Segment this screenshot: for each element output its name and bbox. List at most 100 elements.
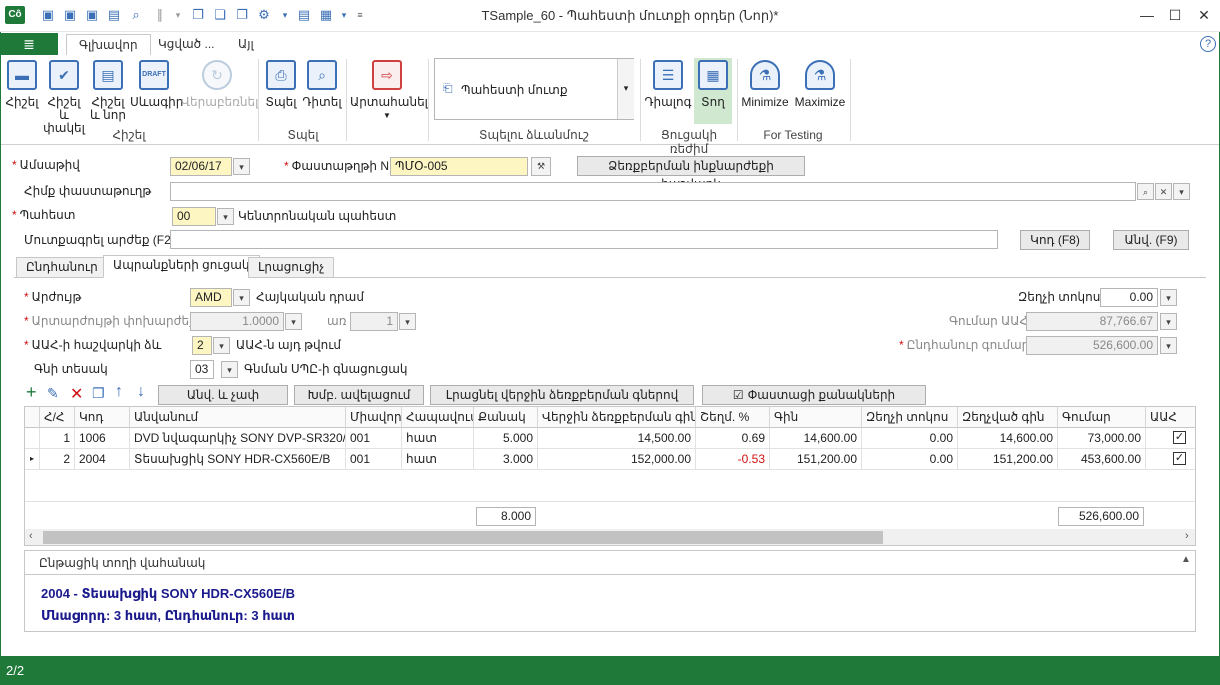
scroll-right-icon[interactable]: › [1185,530,1189,542]
group-add-button[interactable]: Խմբ. ավելացում [294,385,424,405]
row-selector[interactable] [25,428,40,449]
base-doc-field[interactable] [170,182,1136,201]
save-new-button[interactable]: ▤ Հիշել և նոր [88,60,128,122]
dialog-view-button[interactable]: ☰ Դիալոգ [644,58,692,109]
tab-general[interactable]: Ընդհանուր [16,257,108,278]
rate-dropdown-button[interactable]: ▾ [285,313,302,330]
chevron-down-icon[interactable]: ▾ [336,7,352,23]
currency-dropdown-button[interactable]: ▾ [233,289,250,306]
pdf-icon[interactable]: ▤ [106,7,122,23]
chevron-down-icon[interactable]: ▾ [170,7,186,23]
grid-header[interactable]: Հապավում [402,407,474,428]
grid-header[interactable]: Զեղչի տոկոս [862,407,958,428]
table-cell[interactable]: DVD նվագարկիչ SONY DVP-SR320/B [130,428,346,449]
export-button[interactable]: ⇨ Արտահանել ▼ [350,60,428,122]
grid-header[interactable]: ԱԱՀ [1146,407,1195,428]
grid-header[interactable]: Միավոր [346,407,402,428]
discount-field[interactable]: 0.00 [1100,288,1158,307]
print-form-gallery[interactable]: ⎗ Պահեստի մուտք ▾ [434,58,634,120]
tab-home[interactable]: Գլխավոր [66,34,151,56]
date-field[interactable]: 02/06/17 [170,157,232,176]
table-cell[interactable]: 2 [40,449,75,470]
vat-calc-field[interactable]: 2 [192,336,212,355]
grid-header[interactable]: Զեղչված գին [958,407,1058,428]
scrollbar-thumb[interactable] [43,531,883,544]
table-cell[interactable]: Տեսախցիկ SONY HDR-CX560E/B [130,449,346,470]
print-form-item[interactable]: Պահեստի մուտք [461,83,567,97]
grid-header[interactable]: Քանակ [474,407,538,428]
per-field[interactable]: 1 [350,312,398,331]
table-cell[interactable]: -0.53 [696,449,770,470]
currency-field[interactable]: AMD [190,288,232,307]
table-cell[interactable]: 1006 [75,428,130,449]
code-f8-button[interactable]: Կոդ (F8) [1020,230,1090,250]
attach-icon[interactable]: ∥ [152,7,168,23]
total-dropdown-button[interactable]: ▾ [1160,337,1177,354]
table-cell[interactable]: 0.00 [862,428,958,449]
save-close-icon[interactable]: ▣ [62,7,78,23]
minimize-button[interactable]: ⚗ Minimize [740,60,790,109]
current-row-indicator[interactable]: ▸ [25,449,40,470]
table-cell[interactable]: 151,200.00 [770,449,862,470]
discount-dropdown-button[interactable]: ▾ [1160,289,1177,306]
vat-sum-dropdown-button[interactable]: ▾ [1160,313,1177,330]
price-type-dropdown-button[interactable]: ▾ [221,361,238,378]
date-dropdown-button[interactable]: ▾ [233,158,250,175]
minimize-window-button[interactable]: — [1132,4,1162,26]
maximize-button[interactable]: ⚗ Maximize [794,60,846,109]
table-cell[interactable]: 453,600.00 [1058,449,1146,470]
warehouse-dropdown-button[interactable]: ▾ [217,208,234,225]
delete-icon[interactable]: ✕ [70,384,83,404]
tab-additional[interactable]: Լրացուցիչ [248,257,335,278]
close-window-button[interactable]: ✕ [1189,4,1219,26]
table-cell[interactable]: հատ [402,428,474,449]
save-close-button[interactable]: ✔ Հիշել և փակել [43,60,85,135]
chevron-down-icon[interactable]: ▾ [1173,183,1190,200]
table-cell[interactable]: 151,200.00 [958,449,1058,470]
fill-last-prices-button[interactable]: Լրացնել վերջին ձեռքբերման գներով [430,385,694,405]
grid-header[interactable]: Գումար [1058,407,1146,428]
name-f9-button[interactable]: Անվ. (F9) [1113,230,1189,250]
name-measure-button[interactable]: Անվ. և չափ [158,385,288,405]
chevron-down-icon[interactable]: ▾ [277,7,293,23]
settings-icon[interactable]: ⚙ [256,7,272,23]
vat-calc-dropdown-button[interactable]: ▾ [213,337,230,354]
preview-icon[interactable]: ⌕ [128,7,144,23]
horizontal-scrollbar[interactable]: ‹ › [25,529,1195,545]
tab-goods-list[interactable]: Ապրանքների ցուցակ [103,255,260,278]
grid-header[interactable]: Շեղմ. % [696,407,770,428]
entered-value-field[interactable] [170,230,998,249]
per-dropdown-button[interactable]: ▾ [399,313,416,330]
draft-button[interactable]: DRAFT Սևագիր [130,60,183,109]
save-button[interactable]: ▬ Հիշել [4,60,40,109]
price-type-field[interactable]: 03 [190,360,214,379]
table-cell[interactable]: 001 [346,428,402,449]
scroll-left-icon[interactable]: ‹ [29,530,33,542]
search-icon[interactable]: ⌕ [1137,183,1154,200]
copy-row-icon[interactable]: ❐ [92,385,105,402]
report-icon[interactable]: ▤ [296,7,312,23]
table-cell[interactable]: 0.00 [862,449,958,470]
calc-cost-button[interactable]: Ձեռքբերման ինքնարժեքի հաշվարկ [577,156,805,191]
table-cell[interactable]: 1 [40,428,75,449]
grid-header[interactable]: Հ/Հ [40,407,75,428]
doc-no-field[interactable]: ՊՄՕ-005 [390,157,528,176]
customize-icon[interactable]: ≡ [352,7,368,23]
save-new-icon[interactable]: ▣ [84,7,100,23]
wrench-icon[interactable]: ⚒ [531,157,551,176]
table-cell[interactable]: ✓ [1146,449,1195,470]
copy-icon[interactable]: ❏ [212,7,228,23]
collapse-icon[interactable]: ▲ [1181,554,1191,565]
table-cell[interactable]: հատ [402,449,474,470]
move-down-icon[interactable]: ↓ [137,383,145,401]
move-up-icon[interactable]: ↑ [115,383,123,401]
vat-checkbox[interactable]: ✓ [1173,431,1186,444]
table-cell[interactable]: 14,500.00 [538,428,696,449]
view-icon[interactable]: ▦ [318,7,334,23]
row-view-button[interactable]: ▦ Տող [694,58,732,124]
table-cell[interactable]: 14,600.00 [958,428,1058,449]
print-button[interactable]: ⎙ Տպել [262,60,300,109]
rate-field[interactable]: 1.0000 [190,312,284,331]
table-cell[interactable]: 5.000 [474,428,538,449]
grid-header[interactable]: Վերջին ձեռքբերման գին [538,407,696,428]
